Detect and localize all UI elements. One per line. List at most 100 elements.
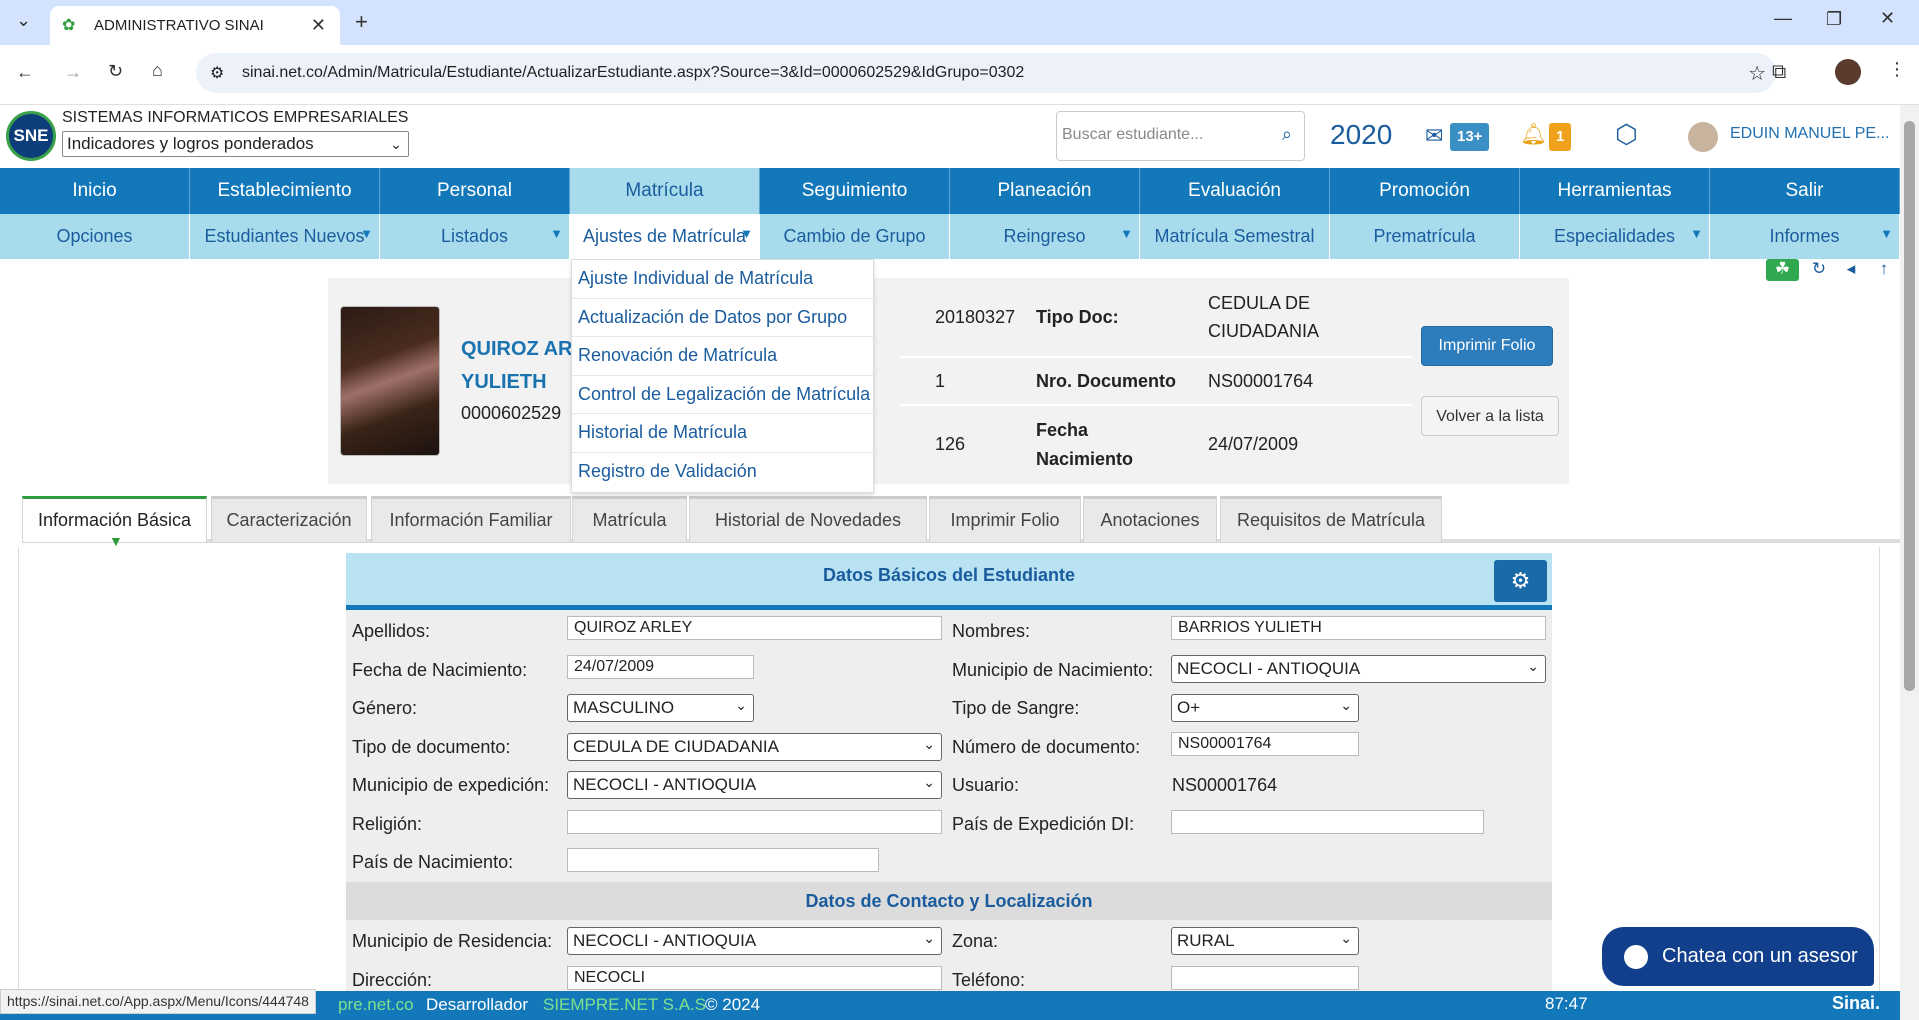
direccion-input[interactable]: NECOCLI <box>567 966 942 990</box>
tab-matricula[interactable]: Matrícula <box>572 496 687 543</box>
tab-informacion-basica[interactable]: Información Básica ▼ <box>22 496 207 549</box>
pais-nacimiento-input[interactable] <box>567 848 879 872</box>
refresh-icon[interactable]: ↻ <box>1808 259 1830 281</box>
submenu-listados[interactable]: Listados ▼ <box>380 214 570 259</box>
menu-seguimiento[interactable]: Seguimiento <box>760 168 950 214</box>
gear-icon[interactable]: ⚙ <box>1494 560 1547 602</box>
submenu-opciones[interactable]: Opciones <box>0 214 190 259</box>
browser-tab[interactable]: ✿ ADMINISTRATIVO SINAI ✕ <box>50 6 340 45</box>
new-tab-icon[interactable]: + <box>355 9 368 35</box>
tab-list-icon[interactable]: ⌄ <box>16 10 31 31</box>
nombres-input[interactable]: BARRIOS YULIETH <box>1171 616 1546 640</box>
site-info-icon[interactable]: ⚙ <box>210 63 224 83</box>
dropdown-actualizacion-grupo[interactable]: Actualización de Datos por Grupo <box>572 299 873 338</box>
card-divider <box>900 404 1413 406</box>
telefono-input[interactable] <box>1171 966 1359 990</box>
scrollbar-thumb[interactable] <box>1904 121 1915 691</box>
submenu-informes[interactable]: Informes ▼ <box>1710 214 1900 259</box>
bell-icon[interactable]: 🔔︎ <box>1520 123 1547 147</box>
select-value: NECOCLI - ANTIOQUIA <box>573 775 757 794</box>
footer-site[interactable]: pre.net.co <box>338 995 414 1015</box>
caret-down-icon: ▼ <box>740 226 753 241</box>
bookmark-star-icon[interactable]: ☆ <box>1748 61 1766 86</box>
back-circle-icon[interactable]: ◂ <box>1840 259 1862 281</box>
submenu-ajustes-matricula[interactable]: Ajustes de Matrícula ▼ <box>570 214 760 259</box>
search-student-input[interactable]: Buscar estudiante... ⌕ <box>1056 111 1305 161</box>
browser-menu-icon[interactable]: ⋮ <box>1888 59 1906 80</box>
chevron-down-icon: ⌄ <box>923 736 935 752</box>
system-select-value: Indicadores y logros ponderados <box>67 134 314 153</box>
search-icon[interactable]: ⌕ <box>1282 124 1292 145</box>
home-icon[interactable]: ⌂ <box>152 60 163 81</box>
dropdown-registro-validacion[interactable]: Registro de Validación <box>572 453 873 492</box>
menu-herramientas[interactable]: Herramientas <box>1520 168 1710 214</box>
submenu-label: Matrícula Semestral <box>1154 226 1315 246</box>
submenu-matricula-semestral[interactable]: Matrícula Semestral <box>1140 214 1330 259</box>
submenu-prematricula[interactable]: Prematrícula <box>1330 214 1520 259</box>
notification-count-badge[interactable]: 1 <box>1549 123 1572 151</box>
group-icon[interactable]: ☘ <box>1766 259 1799 281</box>
apellidos-input[interactable]: QUIROZ ARLEY <box>567 616 942 640</box>
restore-icon[interactable]: ❐ <box>1826 9 1842 30</box>
dropdown-ajuste-individual[interactable]: Ajuste Individual de Matrícula <box>572 260 873 299</box>
menu-salir[interactable]: Salir <box>1710 168 1900 214</box>
menu-promocion[interactable]: Promoción <box>1330 168 1520 214</box>
mail-icon[interactable]: ✉ <box>1425 123 1443 149</box>
minimize-icon[interactable]: — <box>1774 8 1792 29</box>
dropdown-renovacion[interactable]: Renovación de Matrícula <box>572 337 873 376</box>
dropdown-control-legalizacion[interactable]: Control de Legalización de Matrícula <box>572 376 873 415</box>
pais-expedicion-input[interactable] <box>1171 810 1484 834</box>
cube-icon[interactable]: ⬡ <box>1615 119 1638 150</box>
submenu-cambio-grupo[interactable]: Cambio de Grupo <box>760 214 950 259</box>
menu-planeacion[interactable]: Planeación <box>950 168 1140 214</box>
profile-avatar[interactable] <box>1835 59 1861 85</box>
municipio-expedicion-select[interactable]: NECOCLI - ANTIOQUIA ⌄ <box>567 771 942 799</box>
submenu-label: Especialidades <box>1553 226 1676 246</box>
menu-evaluacion[interactable]: Evaluación <box>1140 168 1330 214</box>
menu-establecimiento[interactable]: Establecimiento <box>190 168 380 214</box>
footer-dev-name[interactable]: SIEMPRE.NET S.A.S <box>543 995 706 1015</box>
genero-select[interactable]: MASCULINO ⌄ <box>567 694 754 722</box>
url-field[interactable]: ⚙ sinai.net.co/Admin/Matricula/Estudiant… <box>196 53 1776 93</box>
municipio-nacimiento-label: Municipio de Nacimiento: <box>952 660 1154 680</box>
menu-inicio[interactable]: Inicio <box>0 168 190 214</box>
arrow-up-icon[interactable]: ↑ <box>1873 259 1895 281</box>
print-folio-button[interactable]: Imprimir Folio <box>1421 326 1553 366</box>
chat-bubble-icon <box>1624 944 1648 969</box>
tab-historial-novedades[interactable]: Historial de Novedades <box>689 496 927 543</box>
tipo-doc-value-line2: CIUDADANIA <box>1208 321 1320 341</box>
menu-personal[interactable]: Personal <box>380 168 570 214</box>
close-tab-icon[interactable]: ✕ <box>311 15 326 36</box>
forward-icon[interactable]: → <box>64 62 82 83</box>
municipio-nacimiento-select[interactable]: NECOCLI - ANTIOQUIA ⌄ <box>1171 655 1546 683</box>
tipo-documento-select[interactable]: CEDULA DE CIUDADANIA ⌄ <box>567 733 942 761</box>
numero-documento-input[interactable]: NS00001764 <box>1171 732 1359 756</box>
back-icon[interactable]: ← <box>16 62 34 83</box>
reload-icon[interactable]: ↻ <box>108 61 123 82</box>
year-label[interactable]: 2020 <box>1330 119 1392 151</box>
close-window-icon[interactable]: ✕ <box>1880 8 1895 29</box>
user-name[interactable]: EDUIN MANUEL PE... <box>1730 125 1889 143</box>
caret-down-icon: ▼ <box>550 226 563 241</box>
tab-anotaciones[interactable]: Anotaciones <box>1083 496 1217 543</box>
dropdown-historial[interactable]: Historial de Matrícula <box>572 414 873 453</box>
system-select[interactable]: Indicadores y logros ponderados ⌄ <box>62 131 409 157</box>
submenu-reingreso[interactable]: Reingreso ▼ <box>950 214 1140 259</box>
tab-caracterizacion[interactable]: Caracterización <box>211 496 367 543</box>
tipo-sangre-select[interactable]: O+ ⌄ <box>1171 694 1359 722</box>
municipio-residencia-select[interactable]: NECOCLI - ANTIOQUIA ⌄ <box>567 927 942 955</box>
religion-input[interactable] <box>567 810 942 834</box>
tab-requisitos-matricula[interactable]: Requisitos de Matrícula <box>1220 496 1442 543</box>
chat-advisor-button[interactable]: Chatea con un asesor <box>1602 927 1874 986</box>
back-to-list-button[interactable]: Volver a la lista <box>1421 396 1559 436</box>
tab-informacion-familiar[interactable]: Información Familiar <box>371 496 571 543</box>
submenu-estudiantes-nuevos[interactable]: Estudiantes Nuevos ▼ <box>190 214 380 259</box>
zona-select[interactable]: RURAL ⌄ <box>1171 927 1359 955</box>
submenu-especialidades[interactable]: Especialidades ▼ <box>1520 214 1710 259</box>
tab-imprimir-folio[interactable]: Imprimir Folio <box>929 496 1081 543</box>
user-avatar[interactable] <box>1688 122 1718 152</box>
extensions-icon[interactable]: ⧉ <box>1772 61 1786 84</box>
menu-matricula[interactable]: Matrícula <box>570 168 760 214</box>
fecha-nacimiento-input[interactable]: 24/07/2009 <box>567 655 754 679</box>
mail-count-badge[interactable]: 13+ <box>1450 123 1490 151</box>
